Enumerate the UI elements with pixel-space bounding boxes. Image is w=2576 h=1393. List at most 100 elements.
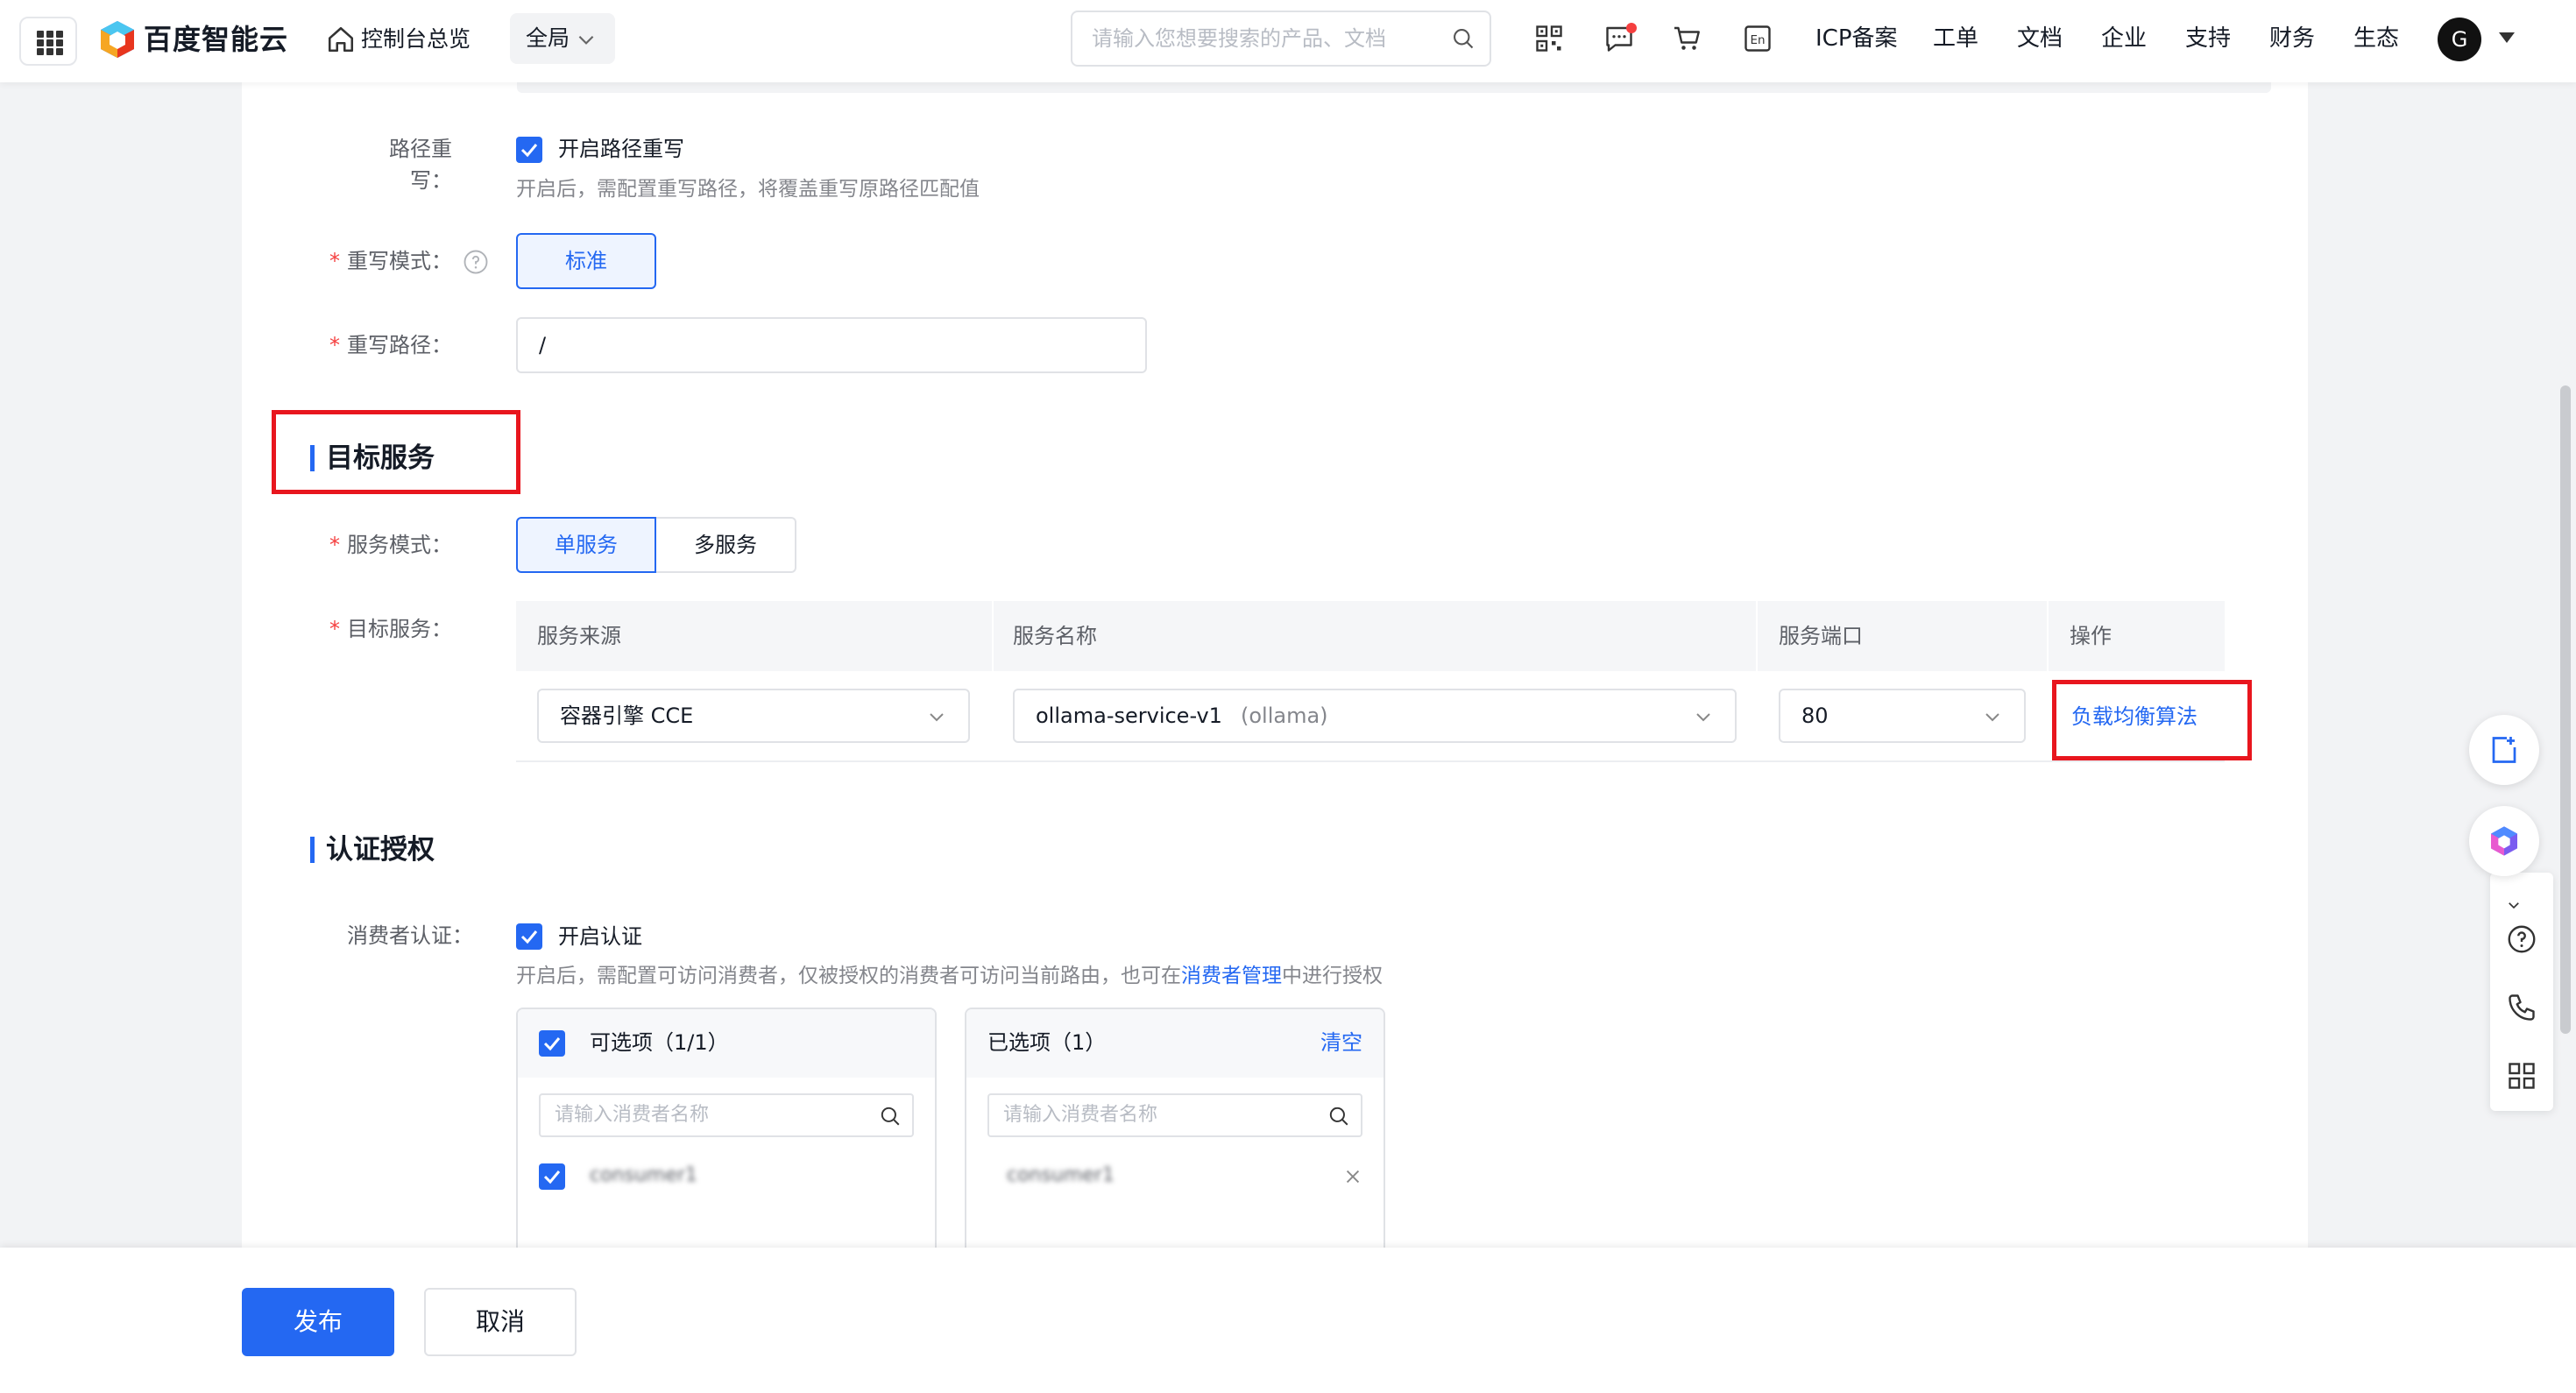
apps-icon[interactable] xyxy=(2506,1060,2537,1092)
consumer-management-link[interactable]: 消费者管理 xyxy=(1181,965,1282,987)
nav-link-icp[interactable]: ICP备案 xyxy=(1815,21,1898,56)
check-icon xyxy=(543,1170,561,1184)
transfer-selected-title: 已选项（1） xyxy=(987,1030,1107,1055)
select-all-checkbox[interactable] xyxy=(539,1030,565,1057)
consumer-auth-checkbox-label[interactable]: 开启认证 xyxy=(558,921,642,952)
console-overview-link[interactable]: 控制台总览 xyxy=(361,23,471,56)
selected-consumer-search[interactable]: 请输入消费者名称 xyxy=(987,1093,1362,1137)
nav-link-enterprise[interactable]: 企业 xyxy=(2101,21,2147,56)
nav-link-ecosystem[interactable]: 生态 xyxy=(2353,21,2399,56)
transfer-available-title: 可选项（1/1） xyxy=(590,1030,729,1055)
home-icon[interactable] xyxy=(326,25,356,54)
consumer-item-name[interactable]: consumer1 xyxy=(590,1160,697,1191)
cancel-button[interactable]: 取消 xyxy=(424,1288,577,1356)
table-row-divider xyxy=(516,760,2225,762)
transfer-available-panel: 可选项（1/1） 请输入消费者名称 consumer1 xyxy=(516,1008,937,1270)
section-accent-bar xyxy=(310,837,315,863)
page-scrollbar[interactable] xyxy=(2560,385,2571,1034)
service-name-select[interactable]: ollama-service-v1 (ollama) xyxy=(1013,689,1737,743)
service-port-value: 80 xyxy=(1801,704,1829,728)
caret-down-icon[interactable] xyxy=(2499,32,2515,43)
float-feedback-button[interactable] xyxy=(2469,715,2539,785)
search-icon[interactable] xyxy=(879,1105,902,1128)
service-table-header xyxy=(516,601,2225,671)
column-header-source: 服务来源 xyxy=(537,624,621,648)
rewrite-path-label-text: 重写路径： xyxy=(347,333,452,357)
qrcode-icon[interactable] xyxy=(1533,23,1565,54)
multi-service-button[interactable]: 多服务 xyxy=(656,517,796,573)
check-icon xyxy=(543,1037,561,1051)
required-star: * xyxy=(329,249,340,273)
float-assistant-button[interactable] xyxy=(2469,806,2539,876)
consumer-auth-hint-text-end: 中进行授权 xyxy=(1282,965,1383,987)
search-icon[interactable] xyxy=(1327,1105,1350,1128)
help-icon[interactable] xyxy=(463,249,489,275)
service-port-select[interactable]: 80 xyxy=(1779,689,2026,743)
available-search-placeholder: 请输入消费者名称 xyxy=(555,1104,710,1126)
service-name-value: ollama-service-v1 xyxy=(1036,704,1222,728)
language-en-icon[interactable]: En xyxy=(1742,23,1773,54)
edit-note-icon xyxy=(2492,737,2516,763)
auth-section-title: 认证授权 xyxy=(326,834,435,866)
nav-link-docs[interactable]: 文档 xyxy=(2017,21,2063,56)
chevron-down-icon[interactable] xyxy=(2506,897,2522,913)
service-mode-label: * 服务模式： xyxy=(324,529,452,561)
rewrite-path-input[interactable]: / xyxy=(516,317,1147,373)
rewrite-path-label: * 重写路径： xyxy=(324,329,452,361)
chevron-down-icon xyxy=(1696,713,1710,722)
ai-assistant-icon xyxy=(2491,826,2517,856)
scope-select-value: 全局 xyxy=(526,25,570,51)
required-star: * xyxy=(329,533,340,557)
baidu-cloud-logo-icon[interactable] xyxy=(98,19,137,60)
consumer-item-checkbox[interactable] xyxy=(539,1163,565,1190)
service-mode-label-text: 服务模式： xyxy=(347,533,452,557)
user-avatar[interactable]: G xyxy=(2438,18,2481,61)
search-icon[interactable] xyxy=(1451,26,1476,51)
rewrite-mode-label-text: 重写模式： xyxy=(347,249,452,273)
path-rewrite-checkbox[interactable] xyxy=(516,137,542,163)
required-star: * xyxy=(329,333,340,357)
check-icon xyxy=(520,930,538,944)
transfer-selected-panel: 已选项（1） 清空 请输入消费者名称 consumer1 xyxy=(965,1008,1385,1270)
apps-grid-button[interactable] xyxy=(19,17,77,66)
global-search-box xyxy=(1071,11,1491,67)
selected-search-placeholder: 请输入消费者名称 xyxy=(1003,1104,1158,1126)
column-header-port: 服务端口 xyxy=(1779,624,1863,648)
service-source-value: 容器引擎 CCE xyxy=(560,704,694,728)
annotation-highlight-box xyxy=(2052,680,2252,760)
service-source-select[interactable]: 容器引擎 CCE xyxy=(537,689,970,743)
selected-consumer-name: consumer1 xyxy=(1007,1164,1115,1186)
path-rewrite-label: 路径重写： xyxy=(389,137,452,193)
nav-link-finance[interactable]: 财务 xyxy=(2269,21,2315,56)
global-search-input[interactable] xyxy=(1090,12,1440,65)
consumer-auth-checkbox[interactable] xyxy=(516,923,542,950)
available-consumer-search[interactable]: 请输入消费者名称 xyxy=(539,1093,914,1137)
nav-link-support[interactable]: 支持 xyxy=(2185,21,2231,56)
column-header-name: 服务名称 xyxy=(1013,624,1097,648)
check-icon xyxy=(520,144,538,158)
annotation-highlight-box xyxy=(272,410,520,494)
clear-selected-link[interactable]: 清空 xyxy=(1320,1027,1362,1058)
cart-icon[interactable] xyxy=(1672,23,1703,54)
chevron-down-icon xyxy=(930,713,944,722)
rewrite-mode-standard-button[interactable]: 标准 xyxy=(516,233,656,289)
service-namespace-value: (ollama) xyxy=(1241,704,1328,728)
language-en-label: En xyxy=(1750,33,1765,47)
help-icon[interactable] xyxy=(2506,923,2537,955)
publish-button[interactable]: 发布 xyxy=(242,1288,394,1356)
rewrite-path-value: / xyxy=(539,333,547,357)
remove-icon[interactable] xyxy=(1343,1167,1362,1186)
rewrite-mode-label: * 重写模式： xyxy=(324,245,452,277)
phone-icon[interactable] xyxy=(2506,992,2537,1023)
nav-link-ticket[interactable]: 工单 xyxy=(1933,21,1978,56)
target-service-label: * 目标服务： xyxy=(324,613,452,645)
logo-text[interactable]: 百度智能云 xyxy=(144,19,288,60)
column-divider xyxy=(2047,601,2049,671)
single-service-button[interactable]: 单服务 xyxy=(516,517,656,573)
previous-field-edge xyxy=(517,82,2271,93)
path-rewrite-checkbox-label[interactable]: 开启路径重写 xyxy=(558,133,684,165)
consumer-auth-hint: 开启后，需配置可访问消费者，仅被授权的消费者可访问当前路由，也可在消费者管理中进… xyxy=(516,960,1383,992)
column-divider xyxy=(1756,601,1758,671)
column-divider xyxy=(992,601,994,671)
consumer-auth-hint-text: 开启后，需配置可访问消费者，仅被授权的消费者可访问当前路由，也可在 xyxy=(516,965,1181,987)
